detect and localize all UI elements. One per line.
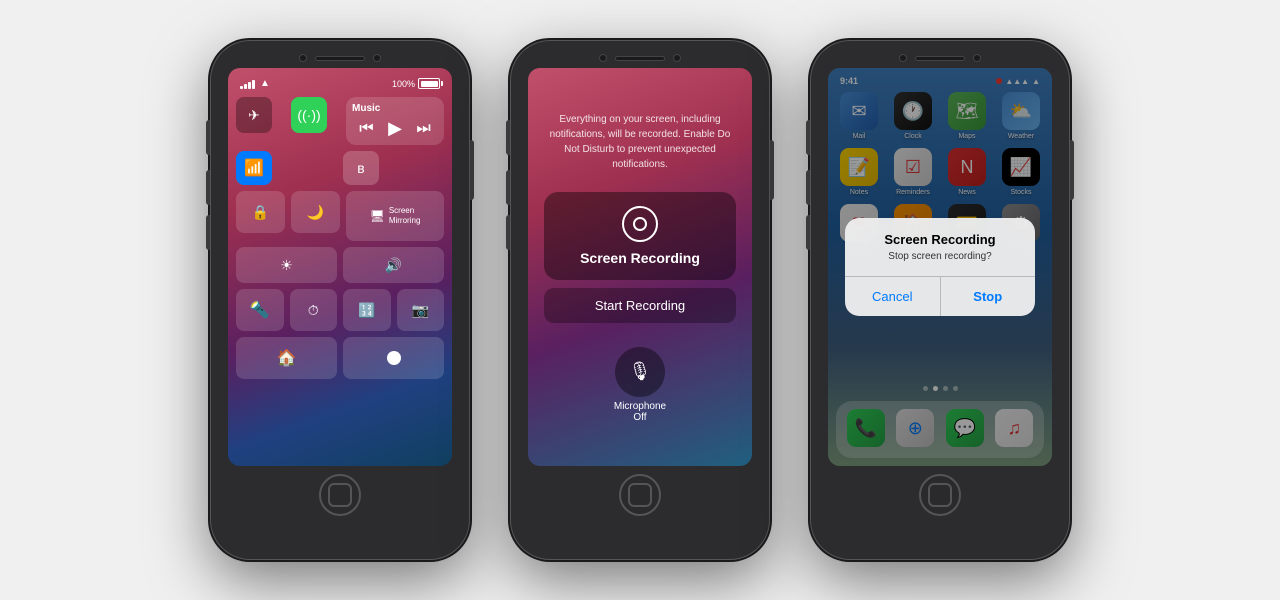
phone-1-top [210,40,470,62]
battery-indicator: 100% [392,78,440,89]
phone-2-top [510,40,770,62]
phone-3-top [810,40,1070,62]
screen-recording-info: Everything on your screen, including not… [544,112,736,172]
screen-recording-screen: Everything on your screen, including not… [528,68,752,466]
torch-button[interactable]: 🔦 [236,289,284,331]
do-not-disturb-button[interactable]: 🌙 [291,191,340,233]
front-sensor-3 [973,54,981,62]
fastforward-button[interactable]: ⏭ [416,120,430,138]
cc-connectivity-row: 📶 ʙ [236,151,444,185]
wifi-calling-button[interactable]: ((·)) [291,97,327,133]
earpiece [315,56,365,61]
front-sensor [373,54,381,62]
phone-2-screen: Everything on your screen, including not… [528,68,752,466]
phone-2: Everything on your screen, including not… [510,40,770,560]
phone-3-screen: 9:41 ▲▲▲ ▲ ✉ Mail 🕐 Clock 🗺 [828,68,1052,466]
music-widget[interactable]: Music ⏮ ▶ ⏭ [346,97,444,145]
dialog-message: Stop screen recording? [845,251,1035,276]
screen-record-button[interactable] [343,337,444,379]
play-button[interactable]: ▶ [388,118,402,139]
rewind-button[interactable]: ⏮ [359,120,373,138]
front-camera-3 [899,54,907,62]
volume-slider[interactable]: 🔊 [343,247,444,283]
mic-label: MicrophoneOff [614,401,666,423]
screen-mirroring-button[interactable]: 🖥 ScreenMirroring [346,191,444,241]
front-sensor-2 [673,54,681,62]
dialog-title: Screen Recording [845,218,1035,251]
music-title: Music [352,103,438,114]
front-camera [299,54,307,62]
calculator-button[interactable]: 🔢 [343,289,391,331]
wifi-icon: ▲ [260,78,270,89]
phone-1-screen: ▲ 100% ✈ ((·)) Music ⏮ ▶ [228,68,452,466]
camera-button[interactable]: 📷 [397,289,445,331]
home-screen: 9:41 ▲▲▲ ▲ ✉ Mail 🕐 Clock 🗺 [828,68,1052,466]
screen-recording-title: Screen Recording [580,250,700,266]
dialog-stop-button[interactable]: Stop [941,277,1036,316]
mic-icon: 🎙 [615,347,665,397]
brightness-slider[interactable]: ☀ [236,247,337,283]
earpiece-2 [615,56,665,61]
screen-recording-dialog: Screen Recording Stop screen recording? … [845,218,1035,316]
microphone-toggle[interactable]: 🎙 MicrophoneOff [614,347,666,423]
screen-recording-main-button[interactable]: Screen Recording [544,192,736,280]
dialog-overlay: Screen Recording Stop screen recording? … [828,68,1052,466]
record-icon [622,206,658,242]
start-recording-button[interactable]: Start Recording [544,288,736,323]
status-bar: ▲ 100% [236,76,444,91]
battery-icon [418,78,440,89]
airplane-mode-button[interactable]: ✈ [236,97,272,133]
phone-2-home-button[interactable] [619,474,661,516]
cc-top-row: ✈ ((·)) Music ⏮ ▶ ⏭ [236,97,444,145]
earpiece-3 [915,56,965,61]
cc-tools-row: 🔦 ⏱ 🔢 📷 [236,289,444,331]
phone-1-home-button[interactable] [319,474,361,516]
front-camera-2 [599,54,607,62]
battery-percent: 100% [392,79,415,89]
wifi-button[interactable]: 📶 [236,151,272,185]
phone-1: ▲ 100% ✈ ((·)) Music ⏮ ▶ [210,40,470,560]
dialog-buttons: Cancel Stop [845,277,1035,316]
music-controls: ⏮ ▶ ⏭ [352,118,438,139]
control-center-screen: ▲ 100% ✈ ((·)) Music ⏮ ▶ [228,68,452,466]
record-inner-icon [633,217,647,231]
cc-bottom-row: 🏠 [236,337,444,379]
rotation-lock-button[interactable]: 🔒 [236,191,285,233]
homekit-button[interactable]: 🏠 [236,337,337,379]
dialog-cancel-button[interactable]: Cancel [845,277,941,316]
signal-indicators: ▲ [240,78,270,89]
timer-button[interactable]: ⏱ [290,289,338,331]
phone-3: 9:41 ▲▲▲ ▲ ✉ Mail 🕐 Clock 🗺 [810,40,1070,560]
bluetooth-button[interactable]: ʙ [343,151,379,185]
phone-3-home-button[interactable] [919,474,961,516]
